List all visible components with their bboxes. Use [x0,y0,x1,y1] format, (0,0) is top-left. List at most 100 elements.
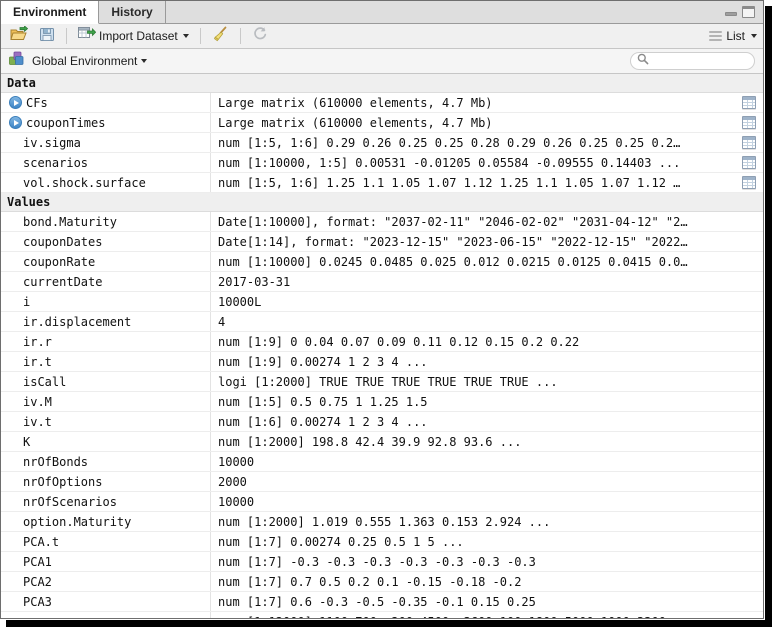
view-icon-cell [735,93,763,112]
list-chevron-down-icon[interactable] [751,34,757,38]
environment-object-list[interactable]: Data CFsLarge matrix (610000 elements, 4.… [1,74,763,618]
table-row[interactable]: i10000L [1,292,763,312]
refresh-button[interactable] [248,25,272,47]
object-value: num [1:10000, 1:5] 0.00531 -0.01205 0.05… [218,156,680,170]
table-row[interactable]: option.Maturitynum [1:2000] 1.019 0.555 … [1,512,763,532]
expand-arrow-icon[interactable] [9,96,22,109]
object-value: 2000 [218,475,247,489]
object-value-cell: num [1:10000] 0.0245 0.0485 0.025 0.012 … [211,252,735,271]
expand-arrow-icon[interactable] [9,116,22,129]
table-row[interactable]: nrOfScenarios10000 [1,492,763,512]
view-table-icon[interactable] [742,136,756,149]
object-name: isCall [23,375,66,389]
object-name: ir.r [23,335,52,349]
object-value-cell: 2017-03-31 [211,272,735,291]
section-header: Values [1,193,763,212]
object-value-cell: 2000 [211,472,735,491]
object-value-cell: num [1:7] 0.00274 0.25 0.5 1 5 ... [211,532,735,551]
tab-environment[interactable]: Environment [1,1,99,24]
table-row[interactable]: Knum [1:2000] 198.8 42.4 39.9 92.8 93.6 … [1,432,763,452]
table-row[interactable]: bond.MaturityDate[1:10000], format: "203… [1,212,763,232]
global-environment-label[interactable]: Global Environment [32,54,137,68]
object-value-cell: 4 [211,312,735,331]
table-row[interactable]: PCA3num [1:7] 0.6 -0.3 -0.5 -0.35 -0.1 0… [1,592,763,612]
view-table-icon[interactable] [742,116,756,129]
object-value: num [1:2000] 1.019 0.555 1.363 0.153 2.9… [218,515,550,529]
view-icon-cell [735,113,763,132]
search-input[interactable] [653,55,749,67]
object-name-cell: PCA3 [1,592,211,611]
view-icon-cell [735,452,763,471]
object-name: PCA3 [23,595,52,609]
object-value: num [1:9] 0.00274 1 2 3 4 ... [218,355,428,369]
tab-history[interactable]: History [99,1,165,23]
table-row[interactable]: ir.tnum [1:9] 0.00274 1 2 3 4 ... [1,352,763,372]
object-value-cell: num [1:5, 1:6] 0.29 0.26 0.25 0.25 0.28 … [211,133,735,152]
object-name-cell: bond.Maturity [1,212,211,231]
list-dropdown-label[interactable]: List [726,29,745,43]
view-table-icon[interactable] [742,176,756,189]
table-row[interactable]: vol.shock.surfacenum [1:5, 1:6] 1.25 1.1… [1,173,763,193]
table-row[interactable]: couponDatesDate[1:14], format: "2023-12-… [1,232,763,252]
object-name-cell: ir.displacement [1,312,211,331]
object-name-cell: PCA1 [1,552,211,571]
table-row[interactable]: isCall logi [1:2000] TRUE TRUE TRUE TRUE … [1,372,763,392]
object-value-cell: num [1:7] -0.3 -0.3 -0.3 -0.3 -0.3 -0.3 … [211,552,735,571]
toolbar-separator-1 [66,28,67,44]
view-icon-cell [735,133,763,152]
table-row[interactable]: ir.rnum [1:9] 0 0.04 0.07 0.09 0.11 0.12… [1,332,763,352]
open-folder-icon [10,26,28,47]
view-icon-cell [735,432,763,451]
window-controls [717,1,763,23]
object-value: num [1:6] 0.00274 1 2 3 4 ... [218,415,428,429]
clear-workspace-button[interactable] [208,25,233,47]
view-table-icon[interactable] [742,156,756,169]
table-row[interactable]: posnum [1:12000] 1100 700 -200 4500 -360… [1,612,763,618]
object-name-cell: ir.r [1,332,211,351]
table-row[interactable]: currentDate2017-03-31 [1,272,763,292]
table-row[interactable]: iv.sigmanum [1:5, 1:6] 0.29 0.26 0.25 0.… [1,133,763,153]
load-workspace-button[interactable] [6,25,32,47]
import-dataset-button[interactable]: Import Dataset [74,25,193,47]
toolbar-right-group: List [709,24,757,48]
object-name: i [23,295,30,309]
save-disk-icon [39,26,55,47]
table-row[interactable]: PCA1 num [1:7] -0.3 -0.3 -0.3 -0.3 -0.3 -… [1,552,763,572]
toolbar: Import Dataset [1,24,763,49]
tab-bar: Environment History [1,1,763,24]
table-row[interactable]: iv.Mnum [1:5] 0.5 0.75 1 1.25 1.5 [1,392,763,412]
maximize-icon[interactable] [742,6,755,18]
toolbar-separator-3 [240,28,241,44]
view-icon-cell [735,173,763,192]
tab-environment-label: Environment [13,5,86,19]
table-row[interactable]: couponRatenum [1:10000] 0.0245 0.0485 0.… [1,252,763,272]
view-table-icon[interactable] [742,96,756,109]
table-row[interactable]: ir.displacement4 [1,312,763,332]
object-value: logi [1:2000] TRUE TRUE TRUE TRUE TRUE T… [218,375,558,389]
object-value: num [1:10000] 0.0245 0.0485 0.025 0.012 … [218,255,688,269]
table-row[interactable]: CFsLarge matrix (610000 elements, 4.7 Mb… [1,93,763,113]
table-row[interactable]: couponTimesLarge matrix (610000 elements… [1,113,763,133]
save-workspace-button[interactable] [35,25,59,47]
table-row[interactable]: nrOfOptions2000 [1,472,763,492]
search-box[interactable] [630,52,755,70]
object-value: num [1:7] 0.7 0.5 0.2 0.1 -0.15 -0.18 -0… [218,575,521,589]
minimize-icon[interactable] [725,7,737,17]
view-icon-cell [735,392,763,411]
table-row[interactable]: PCA.tnum [1:7] 0.00274 0.25 0.5 1 5 ... [1,532,763,552]
table-row[interactable]: PCA2num [1:7] 0.7 0.5 0.2 0.1 -0.15 -0.1… [1,572,763,592]
table-row[interactable]: nrOfBonds10000 [1,452,763,472]
view-icon-cell [735,352,763,371]
list-view-icon[interactable] [709,31,722,41]
broom-icon [212,26,229,47]
object-value: 2017-03-31 [218,275,290,289]
object-name: PCA1 [23,555,52,569]
table-row[interactable]: scenariosnum [1:10000, 1:5] 0.00531 -0.0… [1,153,763,173]
view-icon-cell [735,532,763,551]
environment-chevron-down-icon[interactable] [141,59,147,63]
view-icon-cell [735,292,763,311]
view-icon-cell [735,312,763,331]
section-title: Data [7,76,36,90]
object-name-cell: iv.sigma [1,133,211,152]
table-row[interactable]: iv.tnum [1:6] 0.00274 1 2 3 4 ... [1,412,763,432]
